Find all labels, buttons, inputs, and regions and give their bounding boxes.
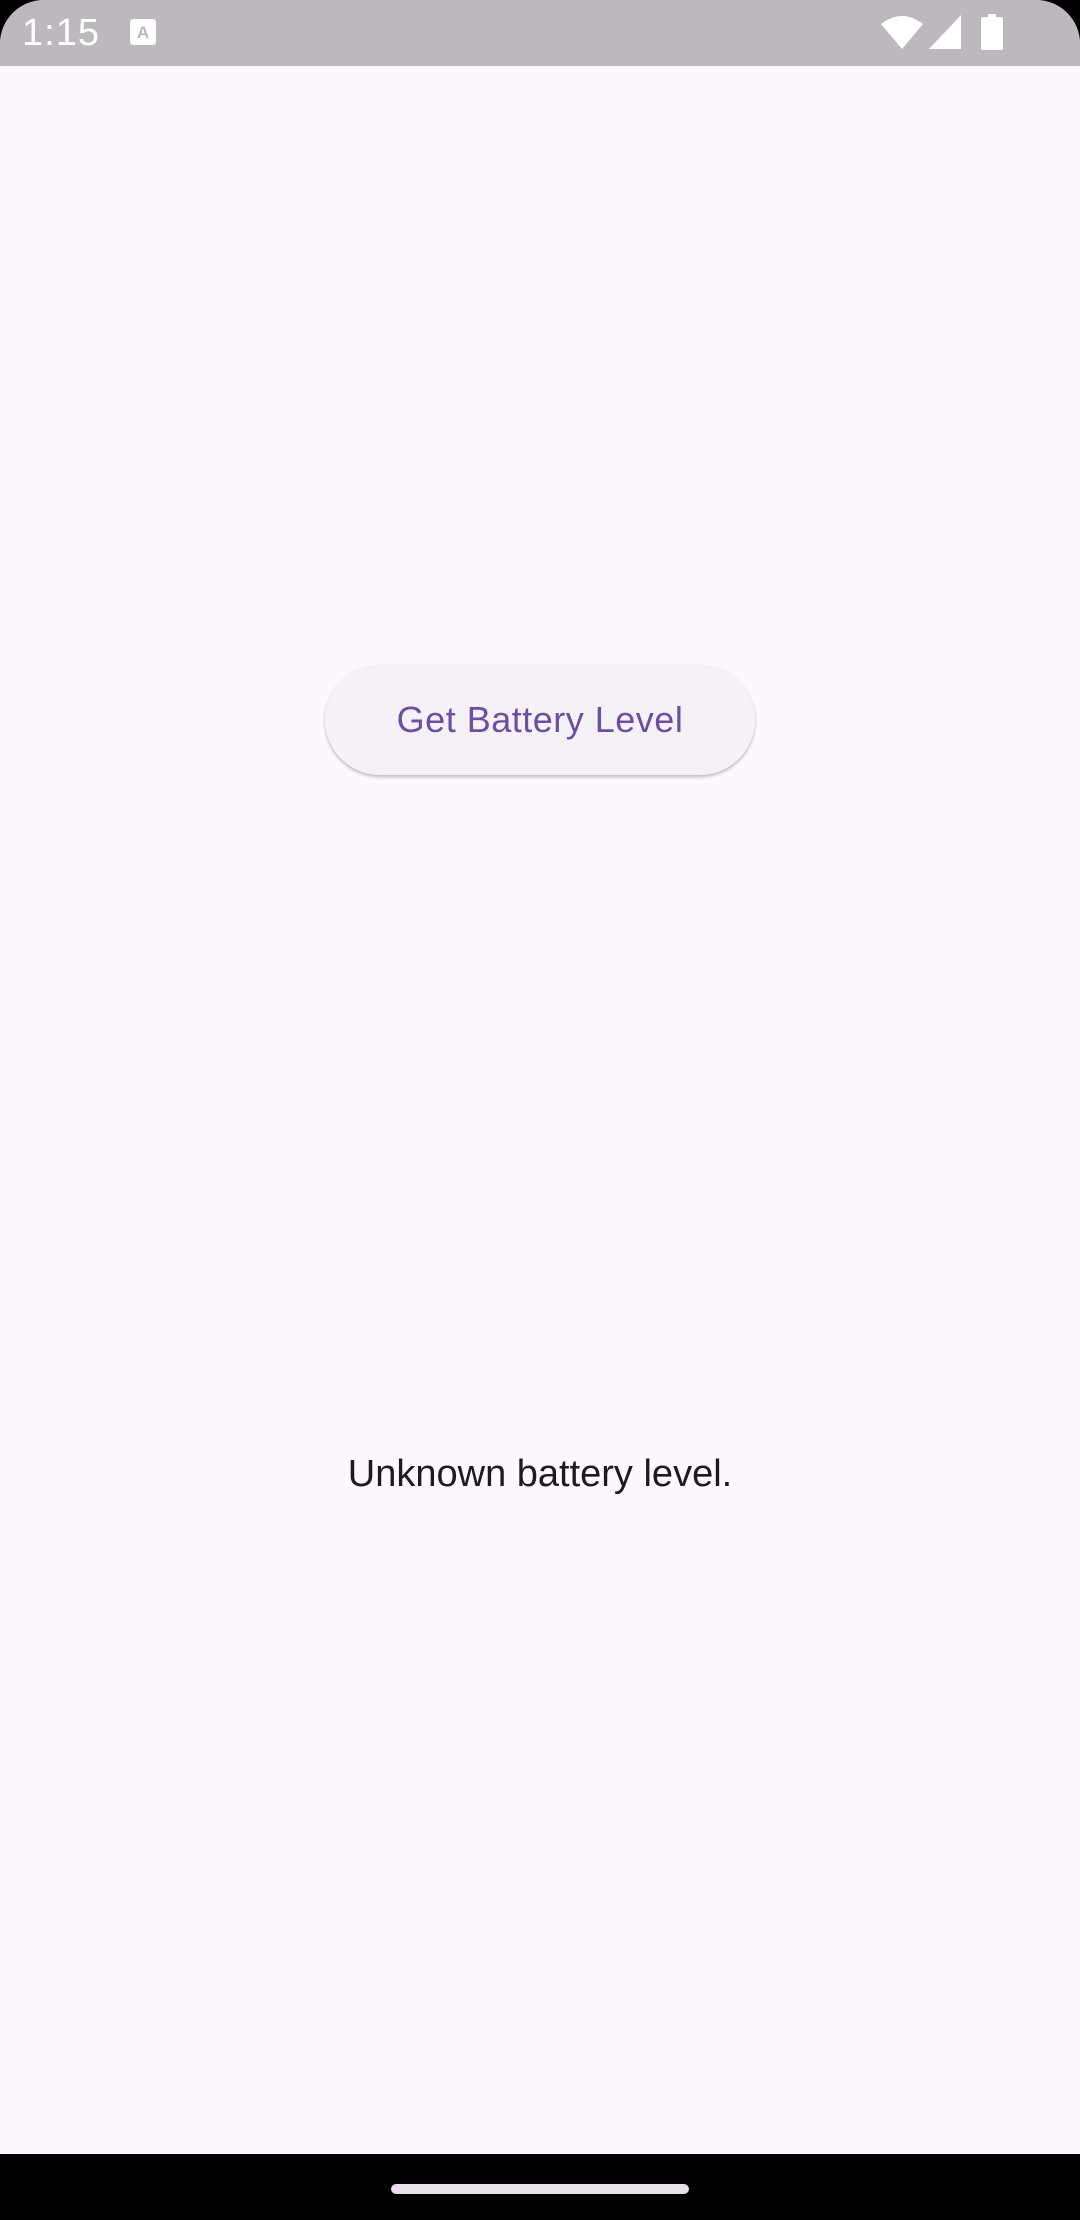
status-bar: 1:15 A: [0, 0, 1080, 66]
battery-icon: [981, 14, 1003, 50]
cellular-signal-icon: [928, 14, 962, 50]
wifi-icon: [880, 16, 924, 50]
phone-screen: 1:15 A Get Battery Level Unknown battery…: [0, 0, 1080, 2220]
navigation-bar: [0, 2154, 1080, 2220]
svg-text:A: A: [137, 23, 149, 42]
get-battery-level-button[interactable]: Get Battery Level: [325, 665, 755, 775]
status-time: 1:15: [22, 12, 100, 54]
battery-status-text: Unknown battery level.: [347, 1453, 733, 1495]
app-content: Get Battery Level Unknown battery level.: [0, 66, 1080, 2154]
text-a-notification-icon: A: [129, 18, 157, 46]
home-gesture-handle[interactable]: [391, 2184, 689, 2194]
